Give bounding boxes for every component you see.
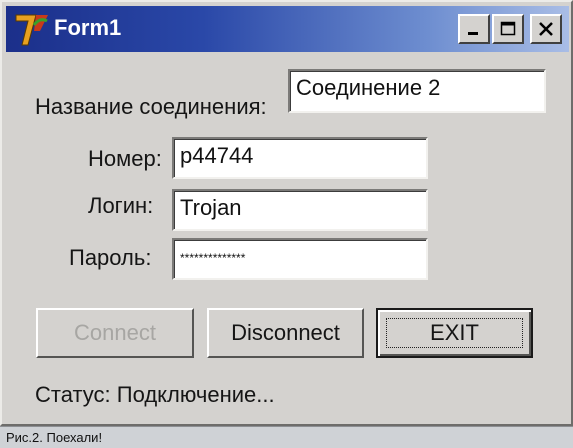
- maximize-button[interactable]: [492, 14, 524, 44]
- delphi-app-icon: [15, 14, 48, 46]
- password-label: Пароль:: [69, 245, 152, 270]
- app-window: Form1 Название соединения: Соединение 2 …: [0, 0, 573, 426]
- status-text: Статус: Подключение...: [35, 382, 275, 407]
- disconnect-button[interactable]: Disconnect: [207, 308, 364, 358]
- close-icon: [539, 22, 553, 36]
- maximize-icon: [500, 21, 516, 36]
- disconnect-button-label: Disconnect: [231, 320, 340, 345]
- exit-button[interactable]: EXIT: [376, 308, 533, 358]
- number-field[interactable]: p44744: [172, 137, 428, 179]
- login-label: Логин:: [88, 193, 154, 218]
- connection-name-label: Название соединения:: [35, 94, 267, 119]
- number-label: Номер:: [88, 146, 162, 171]
- exit-button-label: EXIT: [430, 320, 479, 345]
- title-bar[interactable]: Form1: [6, 6, 569, 52]
- minimize-button[interactable]: [458, 14, 490, 44]
- minimize-icon: [468, 32, 478, 35]
- login-field[interactable]: Trojan: [172, 189, 428, 231]
- connect-button-label: Connect: [74, 320, 156, 345]
- window-title: Form1: [54, 15, 122, 40]
- connection-name-field[interactable]: Соединение 2: [288, 69, 546, 113]
- connect-button[interactable]: Connect: [36, 308, 194, 358]
- close-button[interactable]: [530, 14, 562, 44]
- figure-caption: Рис.2. Поехали!: [0, 426, 573, 448]
- password-field[interactable]: **************: [172, 238, 428, 280]
